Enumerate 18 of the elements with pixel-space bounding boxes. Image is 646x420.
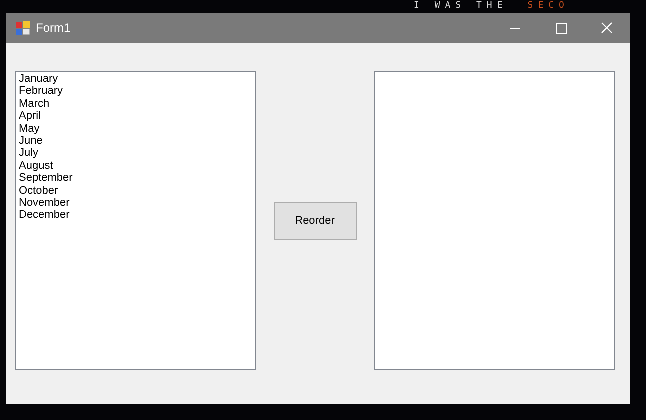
list-item[interactable]: January	[19, 73, 252, 86]
list-item[interactable]: September	[19, 172, 252, 185]
background-text: I WAS THE	[414, 1, 508, 12]
list-item[interactable]: November	[19, 197, 252, 210]
reorder-button[interactable]: Reorder	[274, 202, 356, 240]
list-box[interactable]: January February March April May June July August September October November December	[15, 71, 256, 370]
list-item[interactable]: April	[19, 110, 252, 123]
app-icon	[15, 20, 31, 36]
list-item[interactable]: July	[19, 147, 252, 160]
list-item[interactable]: May	[19, 122, 252, 136]
list-item[interactable]: October	[19, 184, 252, 198]
list-item[interactable]: February	[19, 85, 252, 98]
window-title: Form1	[36, 21, 71, 35]
list-item[interactable]: December	[19, 209, 252, 222]
list-item[interactable]: August	[19, 160, 252, 172]
background-text: SECO	[528, 1, 570, 12]
list-item[interactable]: March	[19, 98, 252, 110]
list-item[interactable]: June	[19, 135, 252, 148]
